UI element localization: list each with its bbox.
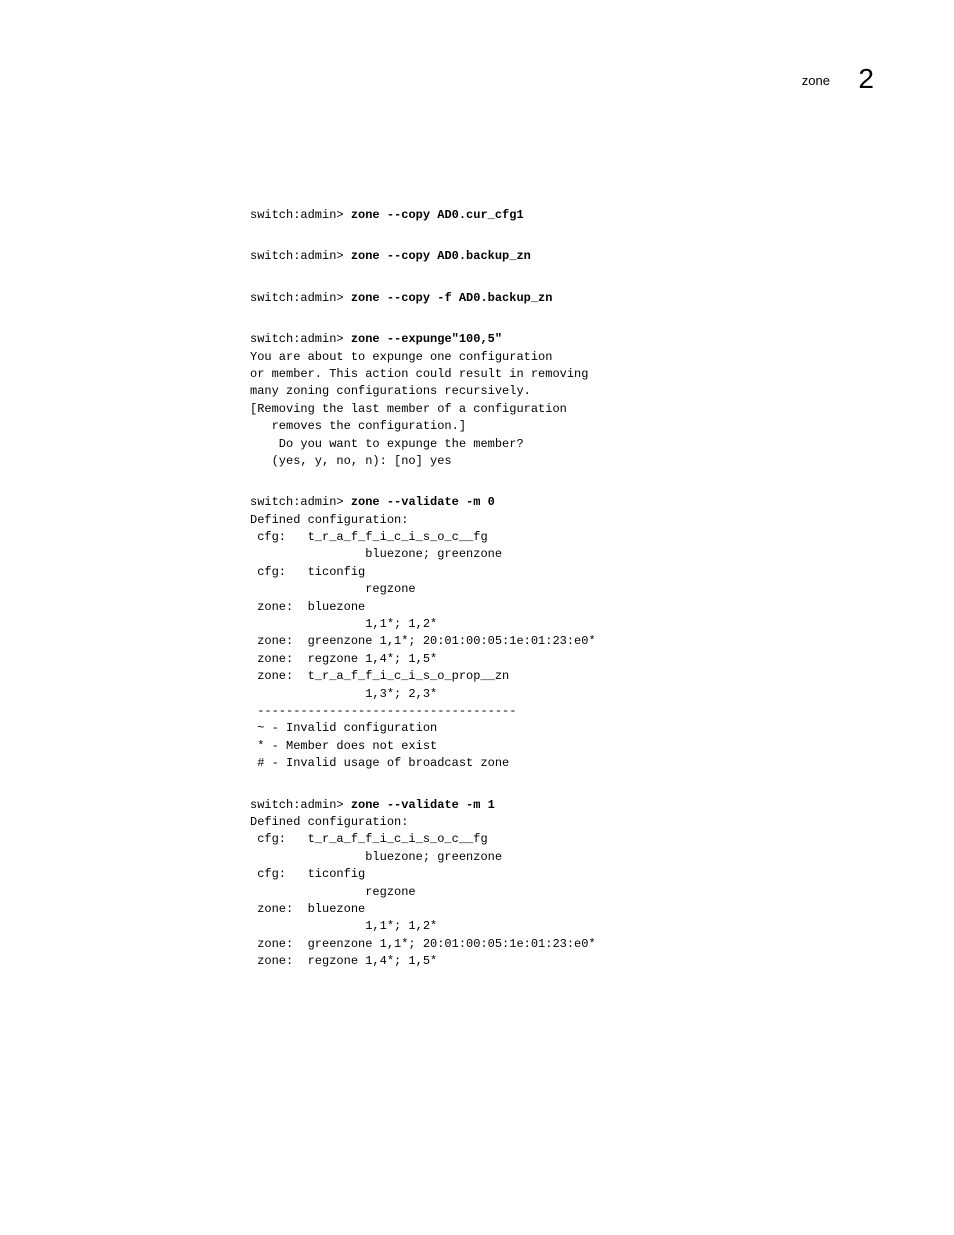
command-block-3: switch:admin> zone --copy -f AD0.backup_… — [250, 290, 874, 307]
command-block-2: switch:admin> zone --copy AD0.backup_zn — [250, 248, 874, 265]
prompt: switch:admin> — [250, 332, 351, 346]
command: zone --validate -m 0 — [351, 495, 495, 509]
command-output: You are about to expunge one configurati… — [250, 350, 588, 468]
command-block-6: switch:admin> zone --validate -m 1 Defin… — [250, 797, 874, 971]
prompt: switch:admin> — [250, 291, 351, 305]
command-block-1: switch:admin> zone --copy AD0.cur_cfg1 — [250, 207, 874, 224]
command: zone --copy AD0.backup_zn — [351, 249, 531, 263]
command-output: Defined configuration: cfg: t_r_a_f_f_i_… — [250, 815, 596, 968]
command: zone --copy AD0.cur_cfg1 — [351, 208, 524, 222]
prompt: switch:admin> — [250, 798, 351, 812]
command: zone --validate -m 1 — [351, 798, 495, 812]
document-body: switch:admin> zone --copy AD0.cur_cfg1 s… — [250, 207, 874, 970]
prompt: switch:admin> — [250, 249, 351, 263]
command-block-5: switch:admin> zone --validate -m 0 Defin… — [250, 494, 874, 772]
prompt: switch:admin> — [250, 495, 351, 509]
page-header: zone 2 — [802, 60, 874, 92]
page-number: 2 — [858, 63, 874, 94]
header-label: zone — [802, 73, 830, 88]
command: zone --copy -f AD0.backup_zn — [351, 291, 553, 305]
command-output: Defined configuration: cfg: t_r_a_f_f_i_… — [250, 513, 596, 770]
prompt: switch:admin> — [250, 208, 351, 222]
command-block-4: switch:admin> zone --expunge"100,5" You … — [250, 331, 874, 470]
command: zone --expunge"100,5" — [351, 332, 502, 346]
